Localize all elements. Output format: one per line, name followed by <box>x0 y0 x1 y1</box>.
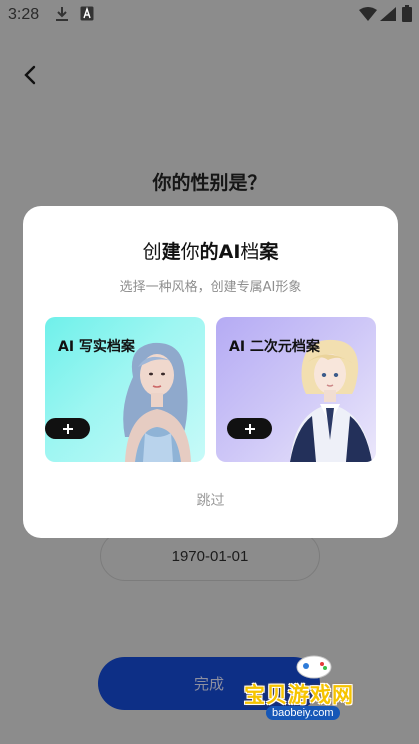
gamepad-icon <box>296 655 332 679</box>
status-time: 3:28 <box>8 6 40 23</box>
anime-card-label: AI 二次元档案 <box>229 339 320 355</box>
dialog-subtitle: 选择一种风格，创建专属AI形象 <box>119 280 302 295</box>
chevron-left-icon <box>24 65 36 85</box>
anime-profile-card[interactable]: AI 二次元档案 <box>216 317 376 462</box>
dialog-title: 创建你的AI档案 <box>142 241 279 263</box>
plus-icon <box>62 423 73 434</box>
add-anime-button[interactable] <box>227 418 272 439</box>
watermark-url: baobeiy.com <box>266 706 340 720</box>
plus-icon <box>244 423 255 434</box>
birthdate-field[interactable]: 1970-01-01 <box>100 531 320 581</box>
back-button[interactable] <box>18 62 44 88</box>
add-realistic-button[interactable] <box>45 418 90 439</box>
battery-icon <box>402 5 412 22</box>
a-icon <box>80 6 94 21</box>
signal-icon <box>380 7 396 21</box>
watermark: 宝贝游戏网 baobeiy.com <box>244 651 394 727</box>
create-profile-dialog: 创建你的AI档案 选择一种风格，创建专属AI形象 AI 写实档案 AI 二次元档… <box>23 206 398 538</box>
realistic-card-label: AI 写实档案 <box>58 339 135 355</box>
skip-button[interactable]: 跳过 <box>23 490 398 510</box>
watermark-text: 宝贝游戏网 <box>244 683 354 707</box>
page-title: 你的性别是？ <box>152 172 267 194</box>
status-bar: 3:28 <box>0 0 419 30</box>
realistic-profile-card[interactable]: AI 写实档案 <box>45 317 205 462</box>
download-icon <box>56 7 68 21</box>
wifi-icon <box>359 7 377 21</box>
